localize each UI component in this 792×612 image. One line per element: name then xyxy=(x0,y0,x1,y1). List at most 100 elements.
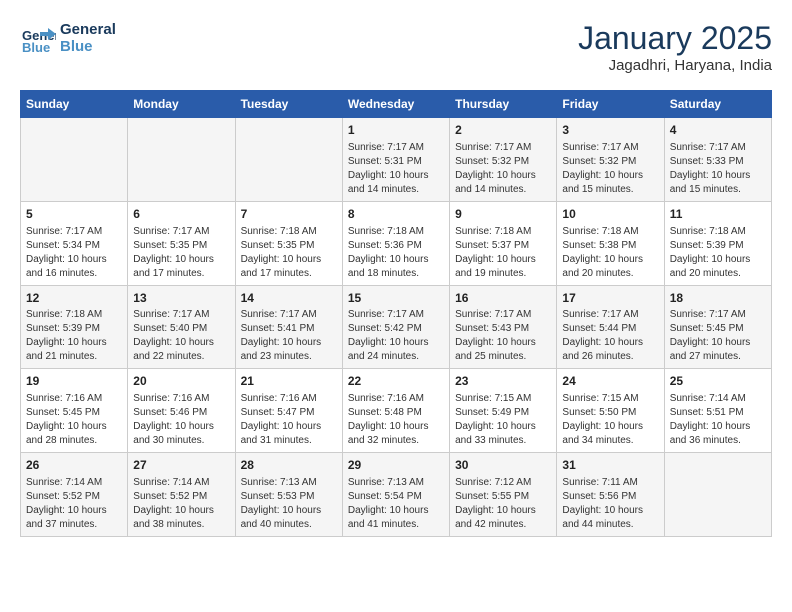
week-row-0: 1 Sunrise: 7:17 AM Sunset: 5:31 PM Daylig… xyxy=(21,118,772,202)
day-cell-6: 6 Sunrise: 7:17 AM Sunset: 5:35 PM Daylig… xyxy=(128,201,235,285)
day-info: Sunrise: 7:16 AM Sunset: 5:48 PM Dayligh… xyxy=(348,392,444,448)
day-cell-29: 29Sunrise: 7:13 AM Sunset: 5:54 PM Dayli… xyxy=(342,453,449,537)
day-number: 3 xyxy=(562,122,658,139)
day-info: Sunrise: 7:18 AM Sunset: 5:39 PM Dayligh… xyxy=(670,225,766,281)
day-cell-23: 23 Sunrise: 7:15 AM Sunset: 5:49 PM Dayli… xyxy=(450,369,557,453)
day-info: Sunrise: 7:18 AM Sunset: 5:38 PM Dayligh… xyxy=(562,225,658,281)
day-cell-30: 30 Sunrise: 7:12 AM Sunset: 5:55 PM Dayli… xyxy=(450,453,557,537)
day-number: 23 xyxy=(455,373,551,390)
day-info: Sunrise: 7:16 AM Sunset: 5:46 PM Dayligh… xyxy=(133,392,229,448)
day-number: 21 xyxy=(241,373,337,390)
logo-line2: Blue xyxy=(60,38,116,55)
day-number: 20 xyxy=(133,373,229,390)
day-number: 16 xyxy=(455,290,551,307)
logo: General Blue General Blue xyxy=(20,20,116,56)
day-info: Sunrise: 7:17 AM Sunset: 5:40 PM Dayligh… xyxy=(133,308,229,364)
calendar-table: SundayMondayTuesdayWednesdayThursdayFrid… xyxy=(20,90,772,537)
empty-cell xyxy=(664,453,771,537)
day-info: Sunrise: 7:11 AM Sunset: 5:56 PM Dayligh… xyxy=(562,476,658,532)
day-info: Sunrise: 7:18 AM Sunset: 5:36 PM Dayligh… xyxy=(348,225,444,281)
day-cell-20: 20 Sunrise: 7:16 AM Sunset: 5:46 PM Dayli… xyxy=(128,369,235,453)
day-cell-15: 15Sunrise: 7:17 AM Sunset: 5:42 PM Dayli… xyxy=(342,285,449,369)
day-cell-16: 16Sunrise: 7:17 AM Sunset: 5:43 PM Dayli… xyxy=(450,285,557,369)
week-row-3: 19 Sunrise: 7:16 AM Sunset: 5:45 PM Dayli… xyxy=(21,369,772,453)
empty-cell xyxy=(235,118,342,202)
day-info: Sunrise: 7:14 AM Sunset: 5:52 PM Dayligh… xyxy=(26,476,122,532)
day-cell-14: 14Sunrise: 7:17 AM Sunset: 5:41 PM Dayli… xyxy=(235,285,342,369)
day-info: Sunrise: 7:16 AM Sunset: 5:47 PM Dayligh… xyxy=(241,392,337,448)
day-cell-1: 1 Sunrise: 7:17 AM Sunset: 5:31 PM Daylig… xyxy=(342,118,449,202)
day-info: Sunrise: 7:14 AM Sunset: 5:51 PM Dayligh… xyxy=(670,392,766,448)
day-number: 25 xyxy=(670,373,766,390)
day-info: Sunrise: 7:15 AM Sunset: 5:50 PM Dayligh… xyxy=(562,392,658,448)
day-number: 31 xyxy=(562,457,658,474)
svg-text:Blue: Blue xyxy=(22,40,50,55)
day-cell-13: 13Sunrise: 7:17 AM Sunset: 5:40 PM Dayli… xyxy=(128,285,235,369)
day-cell-11: 11 Sunrise: 7:18 AM Sunset: 5:39 PM Dayli… xyxy=(664,201,771,285)
day-info: Sunrise: 7:18 AM Sunset: 5:39 PM Dayligh… xyxy=(26,308,122,364)
day-info: Sunrise: 7:13 AM Sunset: 5:53 PM Dayligh… xyxy=(241,476,337,532)
empty-cell xyxy=(21,118,128,202)
day-number: 9 xyxy=(455,206,551,223)
day-number: 22 xyxy=(348,373,444,390)
day-info: Sunrise: 7:17 AM Sunset: 5:41 PM Dayligh… xyxy=(241,308,337,364)
day-number: 17 xyxy=(562,290,658,307)
location: Jagadhri, Haryana, India xyxy=(578,57,772,74)
day-info: Sunrise: 7:17 AM Sunset: 5:44 PM Dayligh… xyxy=(562,308,658,364)
day-number: 11 xyxy=(670,206,766,223)
weekday-header-saturday: Saturday xyxy=(664,91,771,118)
day-cell-17: 17Sunrise: 7:17 AM Sunset: 5:44 PM Dayli… xyxy=(557,285,664,369)
day-info: Sunrise: 7:17 AM Sunset: 5:31 PM Dayligh… xyxy=(348,141,444,197)
day-info: Sunrise: 7:17 AM Sunset: 5:45 PM Dayligh… xyxy=(670,308,766,364)
week-row-4: 26 Sunrise: 7:14 AM Sunset: 5:52 PM Dayli… xyxy=(21,453,772,537)
day-info: Sunrise: 7:12 AM Sunset: 5:55 PM Dayligh… xyxy=(455,476,551,532)
day-cell-25: 25 Sunrise: 7:14 AM Sunset: 5:51 PM Dayli… xyxy=(664,369,771,453)
day-number: 18 xyxy=(670,290,766,307)
day-number: 19 xyxy=(26,373,122,390)
day-info: Sunrise: 7:17 AM Sunset: 5:32 PM Dayligh… xyxy=(562,141,658,197)
day-number: 30 xyxy=(455,457,551,474)
day-number: 1 xyxy=(348,122,444,139)
weekday-header-friday: Friday xyxy=(557,91,664,118)
day-cell-21: 21 Sunrise: 7:16 AM Sunset: 5:47 PM Dayli… xyxy=(235,369,342,453)
day-number: 15 xyxy=(348,290,444,307)
day-cell-26: 26 Sunrise: 7:14 AM Sunset: 5:52 PM Dayli… xyxy=(21,453,128,537)
day-cell-22: 22 Sunrise: 7:16 AM Sunset: 5:48 PM Dayli… xyxy=(342,369,449,453)
day-info: Sunrise: 7:15 AM Sunset: 5:49 PM Dayligh… xyxy=(455,392,551,448)
day-cell-5: 5Sunrise: 7:17 AM Sunset: 5:34 PM Daylig… xyxy=(21,201,128,285)
day-number: 5 xyxy=(26,206,122,223)
weekday-header-thursday: Thursday xyxy=(450,91,557,118)
day-info: Sunrise: 7:16 AM Sunset: 5:45 PM Dayligh… xyxy=(26,392,122,448)
day-info: Sunrise: 7:17 AM Sunset: 5:32 PM Dayligh… xyxy=(455,141,551,197)
day-cell-2: 2Sunrise: 7:17 AM Sunset: 5:32 PM Daylig… xyxy=(450,118,557,202)
day-cell-8: 8Sunrise: 7:18 AM Sunset: 5:36 PM Daylig… xyxy=(342,201,449,285)
day-cell-19: 19 Sunrise: 7:16 AM Sunset: 5:45 PM Dayli… xyxy=(21,369,128,453)
day-cell-28: 28Sunrise: 7:13 AM Sunset: 5:53 PM Dayli… xyxy=(235,453,342,537)
day-number: 12 xyxy=(26,290,122,307)
day-number: 29 xyxy=(348,457,444,474)
day-number: 27 xyxy=(133,457,229,474)
empty-cell xyxy=(128,118,235,202)
title-block: January 2025 Jagadhri, Haryana, India xyxy=(578,20,772,74)
weekday-header-row: SundayMondayTuesdayWednesdayThursdayFrid… xyxy=(21,91,772,118)
day-cell-9: 9Sunrise: 7:18 AM Sunset: 5:37 PM Daylig… xyxy=(450,201,557,285)
day-number: 7 xyxy=(241,206,337,223)
week-row-2: 12Sunrise: 7:18 AM Sunset: 5:39 PM Dayli… xyxy=(21,285,772,369)
weekday-header-tuesday: Tuesday xyxy=(235,91,342,118)
weekday-header-sunday: Sunday xyxy=(21,91,128,118)
month-title: January 2025 xyxy=(578,20,772,57)
day-number: 10 xyxy=(562,206,658,223)
day-cell-10: 10 Sunrise: 7:18 AM Sunset: 5:38 PM Dayli… xyxy=(557,201,664,285)
day-cell-18: 18Sunrise: 7:17 AM Sunset: 5:45 PM Dayli… xyxy=(664,285,771,369)
day-number: 14 xyxy=(241,290,337,307)
page-header: General Blue General Blue January 2025 J… xyxy=(20,20,772,74)
day-cell-7: 7Sunrise: 7:18 AM Sunset: 5:35 PM Daylig… xyxy=(235,201,342,285)
day-cell-4: 4Sunrise: 7:17 AM Sunset: 5:33 PM Daylig… xyxy=(664,118,771,202)
day-number: 24 xyxy=(562,373,658,390)
day-number: 6 xyxy=(133,206,229,223)
day-cell-27: 27Sunrise: 7:14 AM Sunset: 5:52 PM Dayli… xyxy=(128,453,235,537)
weekday-header-monday: Monday xyxy=(128,91,235,118)
weekday-header-wednesday: Wednesday xyxy=(342,91,449,118)
day-info: Sunrise: 7:17 AM Sunset: 5:35 PM Dayligh… xyxy=(133,225,229,281)
day-number: 26 xyxy=(26,457,122,474)
